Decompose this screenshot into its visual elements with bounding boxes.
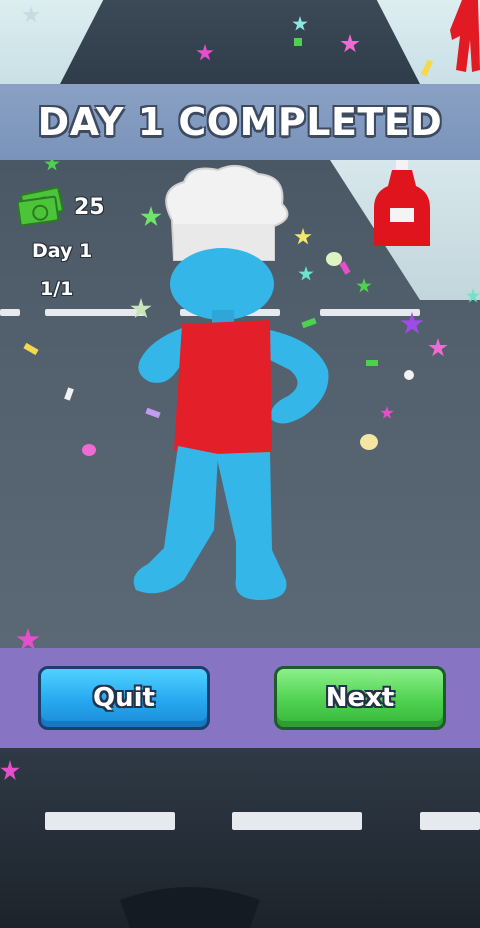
confetti-piece (82, 444, 96, 456)
red-figure (448, 0, 480, 84)
confetti-piece (294, 38, 302, 46)
banner-title: DAY 1 COMPLETED (37, 100, 443, 144)
lane-marking (45, 812, 175, 830)
lane-marking (0, 309, 20, 316)
quit-button[interactable]: Quit (38, 666, 210, 730)
day-label: Day 1 (32, 240, 93, 262)
completion-banner: DAY 1 COMPLETED (0, 84, 480, 160)
confetti-piece (404, 370, 414, 380)
runway-track (60, 0, 420, 84)
chef-character (120, 160, 350, 610)
lane-marking (232, 812, 362, 830)
confetti-piece (366, 360, 378, 366)
lane-marking (420, 812, 480, 830)
day-progress: 1/1 (40, 278, 74, 300)
ketchup-bottle (372, 160, 432, 250)
money-counter: 25 (14, 186, 105, 228)
next-button[interactable]: Next (274, 666, 446, 730)
cash-stack-icon (14, 186, 65, 228)
confetti-piece (360, 434, 378, 450)
button-bar: Quit Next (0, 648, 480, 748)
money-value: 25 (74, 194, 105, 220)
shadow-object (120, 887, 260, 928)
